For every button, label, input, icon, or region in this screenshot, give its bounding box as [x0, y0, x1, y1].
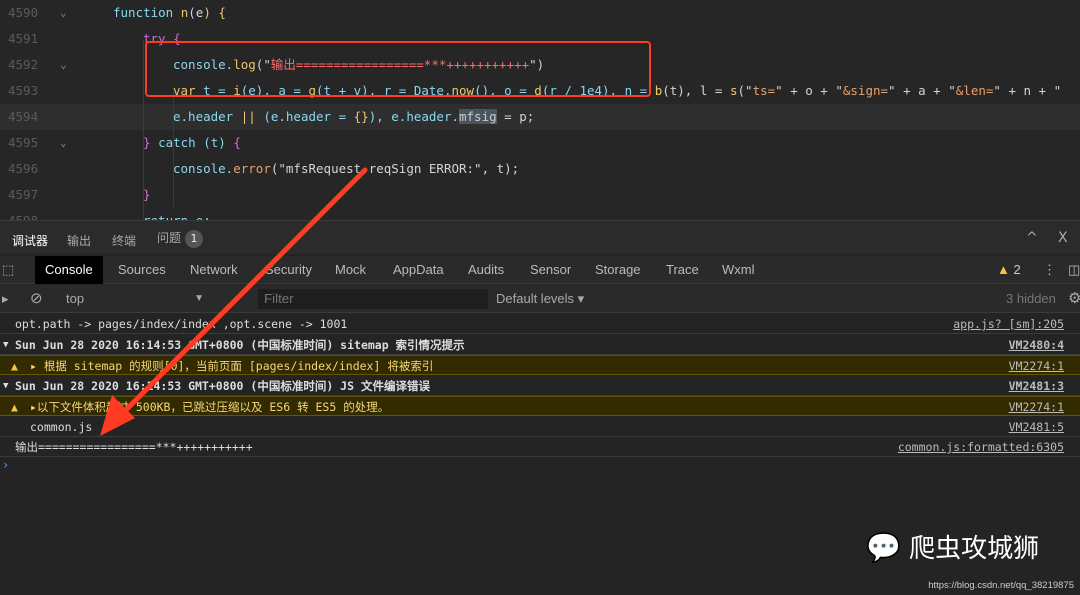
- watermark-logo: 💬 爬虫攻城狮: [866, 528, 1039, 565]
- watermark-title: 爬虫攻城狮: [909, 534, 1040, 564]
- annotation-arrow: [100, 167, 368, 436]
- wechat-icon: 💬: [866, 531, 901, 564]
- watermark-url: https://blog.csdn.net/qq_38219875: [928, 580, 1074, 591]
